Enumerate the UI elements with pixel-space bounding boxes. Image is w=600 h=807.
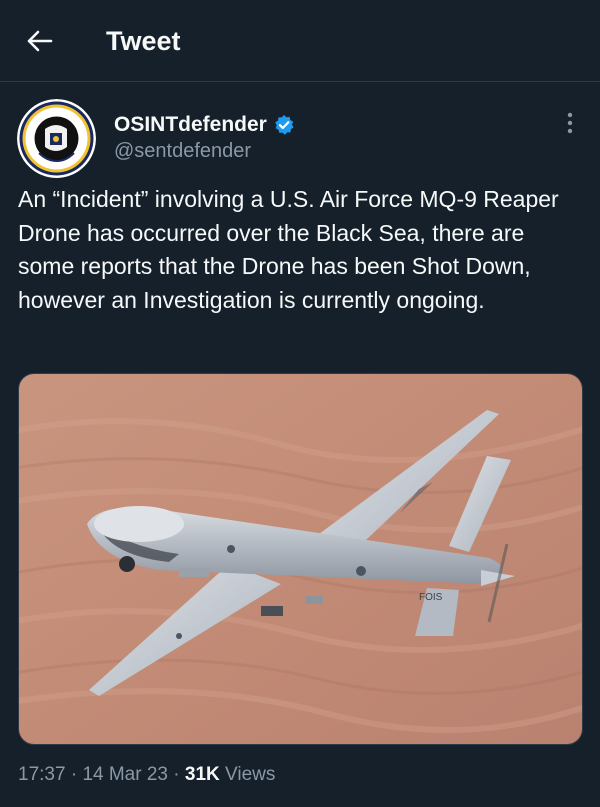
top-bar: Tweet <box>0 0 600 82</box>
meta-separator: · <box>167 764 185 785</box>
tweet-media-image[interactable]: FOIS <box>18 373 583 745</box>
more-vertical-icon <box>567 112 573 134</box>
more-options-button[interactable] <box>558 110 582 136</box>
page-title: Tweet <box>106 26 181 56</box>
views-count[interactable]: 31K <box>185 764 220 785</box>
avatar[interactable] <box>17 99 96 178</box>
tail-marking: FOIS <box>419 592 443 603</box>
author-handle[interactable]: @sentdefender <box>114 140 251 163</box>
views-label: Views <box>219 764 276 785</box>
author-name-row: OSINTdefender <box>114 113 295 137</box>
tweet-meta: 17:37 · 14 Mar 23 · 31K Views <box>18 764 275 786</box>
tweet-date[interactable]: 14 Mar 23 <box>82 764 168 785</box>
author-display-name[interactable]: OSINTdefender <box>114 113 267 137</box>
mq9-reaper-drone-photo: FOIS <box>19 374 582 744</box>
tweet-time[interactable]: 17:37 <box>18 764 66 785</box>
osint-defender-seal-logo <box>17 99 96 178</box>
arrow-left-icon <box>27 30 53 52</box>
back-button[interactable] <box>22 25 58 57</box>
tweet-text: An “Incident” involving a U.S. Air Force… <box>18 186 559 313</box>
meta-separator: · <box>65 764 83 785</box>
verified-badge-icon <box>275 115 294 135</box>
